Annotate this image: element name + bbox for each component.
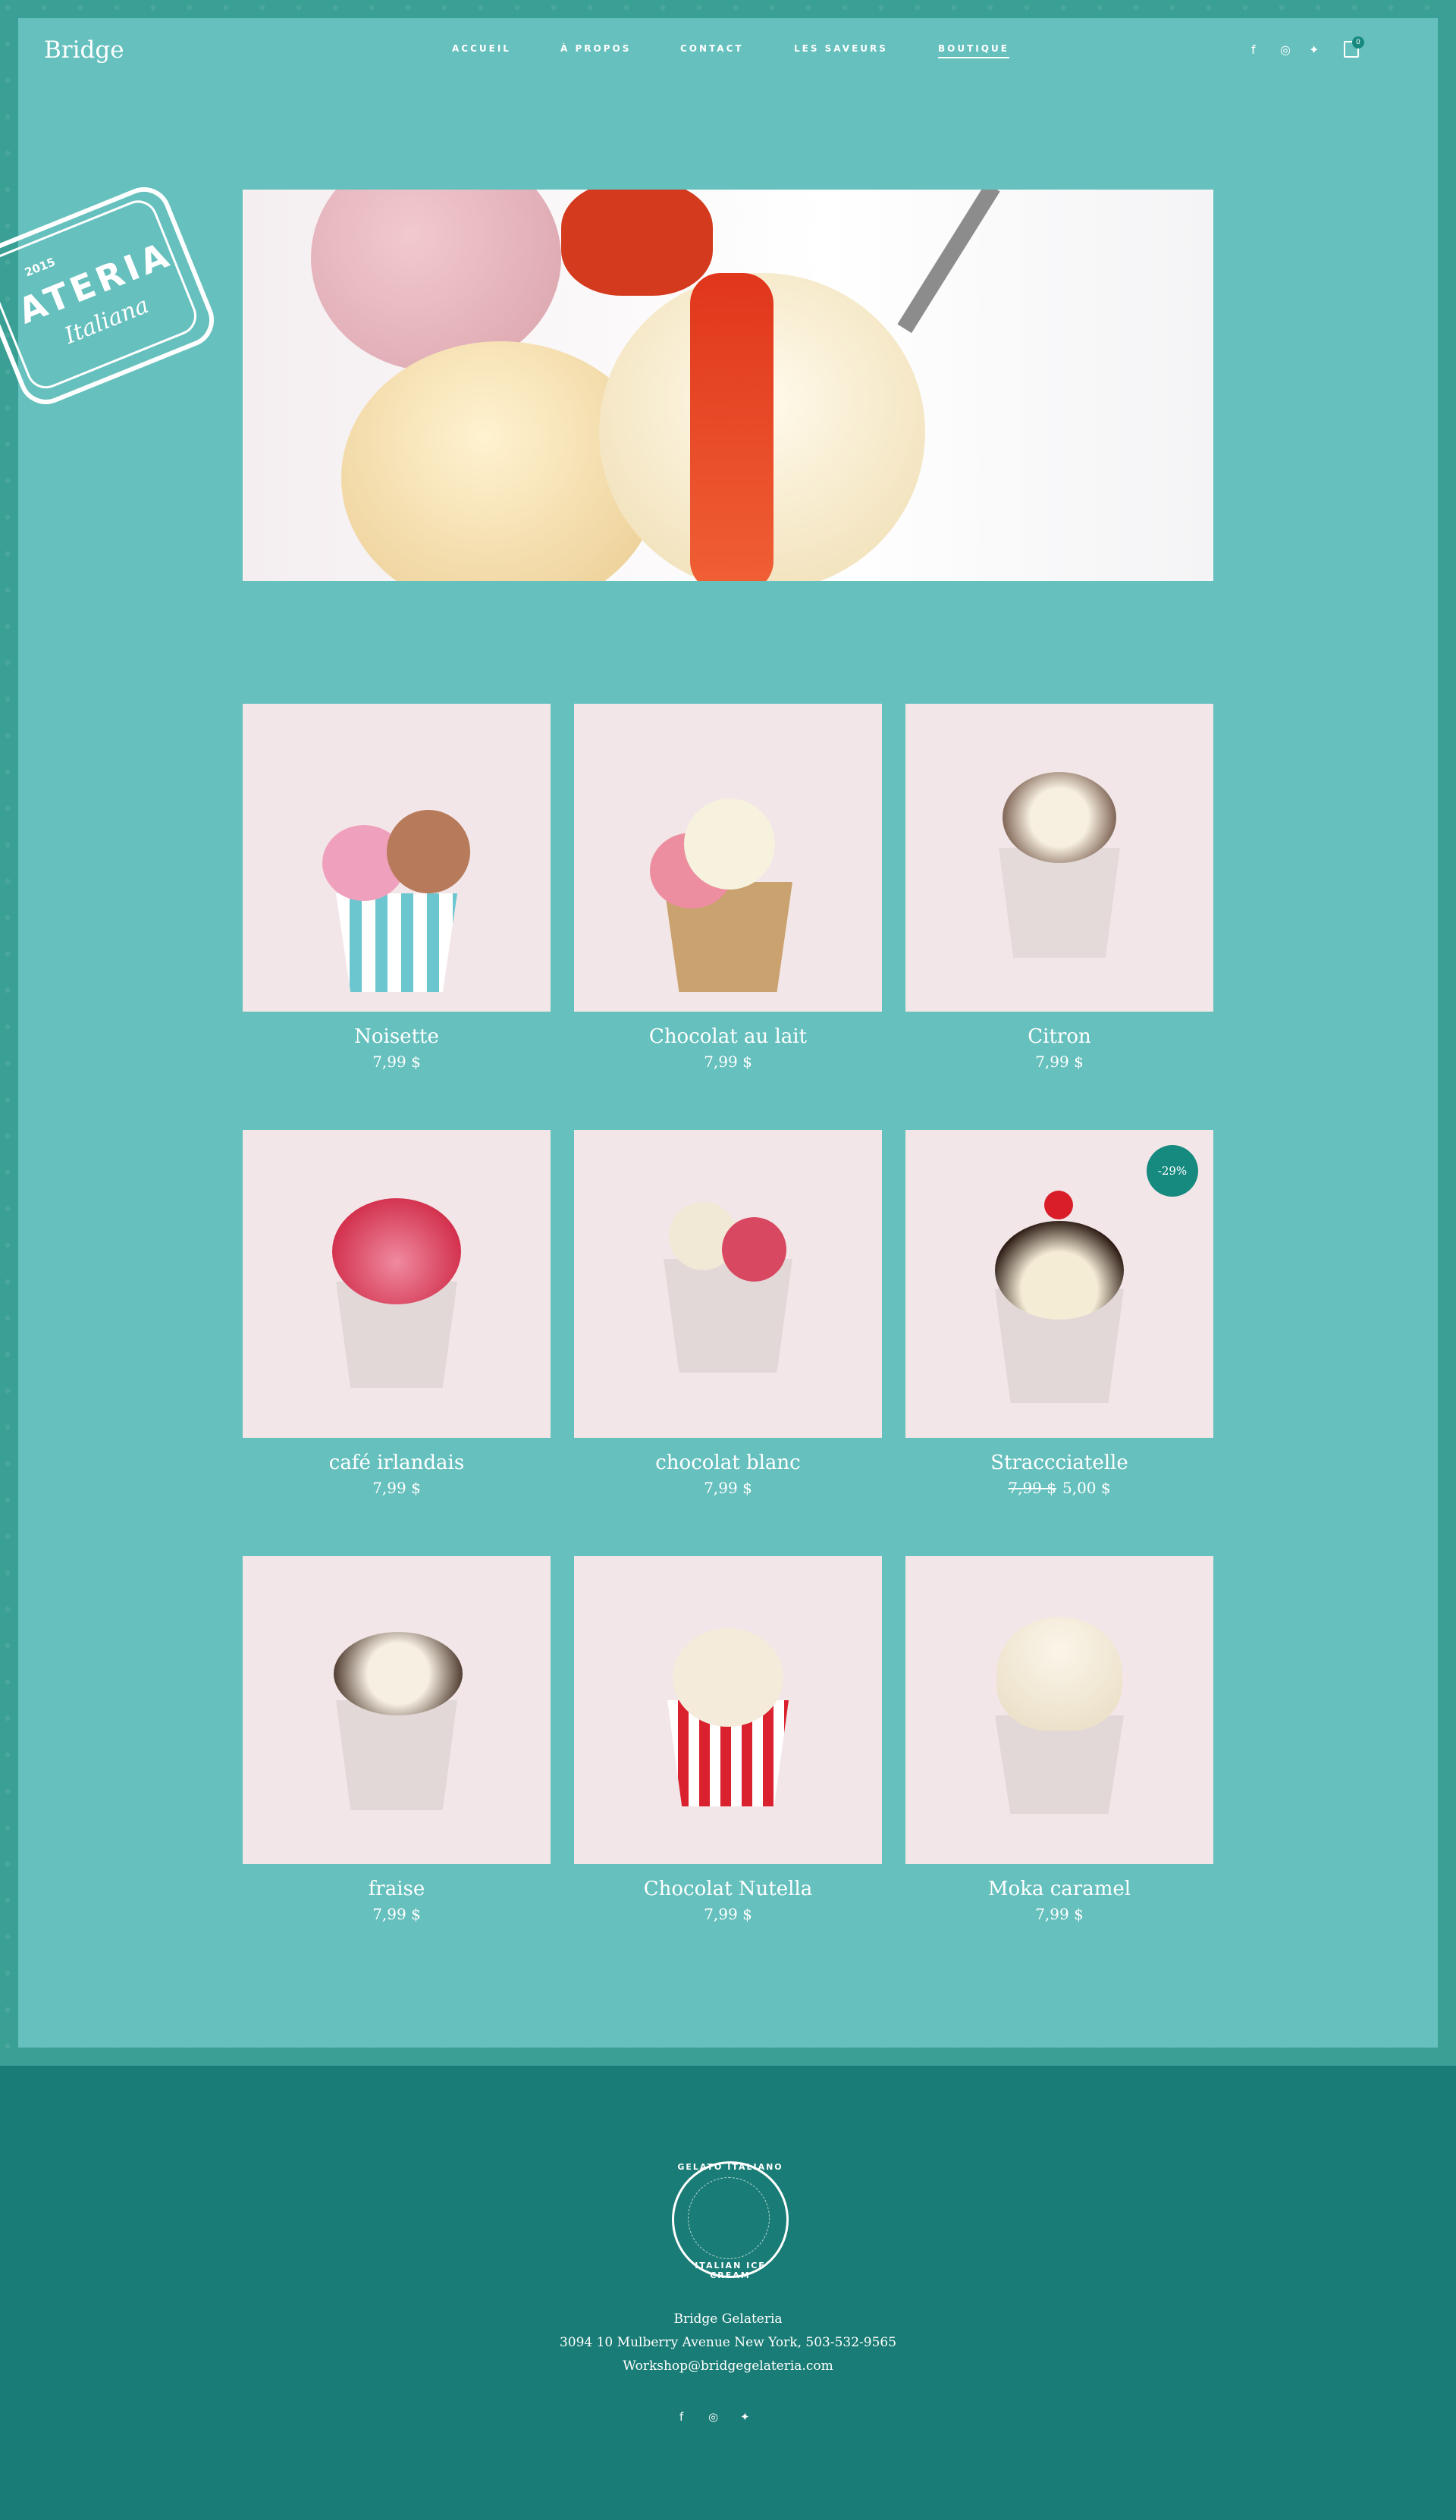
product-name[interactable]: fraise (243, 1878, 551, 1900)
product-image[interactable] (243, 1130, 551, 1438)
product-image[interactable] (574, 1556, 882, 1864)
product-name[interactable]: Noisette (243, 1025, 551, 1048)
instagram-icon[interactable]: ◎ (1280, 42, 1291, 57)
product-price: 7,99 $ (704, 1479, 752, 1497)
chocolate-topping (1003, 772, 1116, 863)
facebook-icon[interactable]: f (679, 2410, 683, 2424)
main-nav: ACCUEIL À PROPOS CONTACT LES SAVEURS BOU… (0, 43, 1456, 58)
product-price: 7,99 $ (372, 1053, 421, 1071)
product-card[interactable]: Citron 7,99 $ (905, 704, 1213, 1071)
product-card[interactable]: Moka caramel 7,99 $ (905, 1556, 1213, 1923)
product-name[interactable]: café irlandais (243, 1451, 551, 1474)
product-price: 7,99 $ (1035, 1905, 1084, 1923)
product-card[interactable]: Chocolat Nutella 7,99 $ (574, 1556, 882, 1923)
product-price: 7,99 $ 5,00 $ (905, 1479, 1213, 1497)
product-price: 7,99 $ (704, 1905, 752, 1923)
footer-emblem-logo: GELATO ITALIANO ITALIAN ICE CREAM (672, 2161, 789, 2280)
product-card[interactable]: fraise 7,99 $ (243, 1556, 551, 1923)
sale-badge: -29% (1147, 1145, 1198, 1197)
product-price: 7,99 $ (1035, 1053, 1084, 1071)
strawberry-scoop (332, 1198, 461, 1304)
footer-email[interactable]: Workshop@bridgegelateria.com (0, 2358, 1456, 2374)
product-image[interactable] (574, 1130, 882, 1438)
soft-serve-swirl (996, 1617, 1122, 1731)
old-price: 7,99 $ (1008, 1479, 1056, 1497)
product-card[interactable]: Chocolat au lait 7,99 $ (574, 704, 882, 1071)
footer-company: Bridge Gelateria (673, 2311, 783, 2327)
product-name[interactable]: Chocolat Nutella (574, 1878, 882, 1900)
emblem-bottom-text: ITALIAN ICE CREAM (695, 2261, 766, 2280)
berry-scoop (722, 1217, 786, 1282)
footer-address: 3094 10 Mulberry Avenue New York, 503-53… (559, 2335, 897, 2350)
striped-cup (336, 893, 457, 992)
product-price: 7,99 $ (704, 1053, 752, 1071)
product-name[interactable]: Chocolat au lait (574, 1025, 882, 1048)
product-name[interactable]: Citron (905, 1025, 1213, 1048)
product-card[interactable]: Noisette 7,99 $ (243, 704, 551, 1071)
nav-item-contact[interactable]: CONTACT (680, 43, 744, 54)
chocolate-glazed-scoop (995, 1221, 1124, 1320)
product-image[interactable] (905, 704, 1213, 1012)
product-image[interactable] (574, 704, 882, 1012)
product-card[interactable]: chocolat blanc 7,99 $ (574, 1130, 882, 1497)
nav-item-accueil[interactable]: ACCUEIL (452, 43, 511, 54)
nav-item-a-propos[interactable]: À PROPOS (560, 43, 631, 54)
product-card[interactable]: café irlandais 7,99 $ (243, 1130, 551, 1497)
product-card[interactable]: -29% Straccciatelle 7,99 $ 5,00 $ (905, 1130, 1213, 1497)
product-image[interactable]: -29% (905, 1130, 1213, 1438)
product-name[interactable]: chocolat blanc (574, 1451, 882, 1474)
instagram-icon[interactable]: ◎ (708, 2410, 718, 2424)
spoon (897, 190, 1000, 334)
emblem-top-text: GELATO ITALIANO (677, 2162, 783, 2172)
strawberry-sauce (561, 190, 713, 296)
product-image[interactable] (243, 704, 551, 1012)
facebook-icon[interactable]: f (1251, 42, 1256, 57)
product-image[interactable] (243, 1556, 551, 1864)
sale-price: 5,00 $ (1062, 1479, 1111, 1497)
white-cup (664, 1259, 792, 1373)
hero-image (243, 190, 1213, 581)
emblem-ring (688, 2177, 770, 2259)
product-price: 7,99 $ (372, 1479, 421, 1497)
white-cup (336, 1700, 457, 1810)
product-price: 7,99 $ (372, 1905, 421, 1923)
cherry (1044, 1191, 1073, 1219)
vanilla-scoop (684, 799, 775, 890)
product-name[interactable]: Straccciatelle (905, 1451, 1213, 1474)
footer (0, 2066, 1456, 2520)
vanilla-scoop (673, 1628, 783, 1727)
cookie-topping (334, 1632, 463, 1715)
sauce-drip (690, 273, 774, 581)
twitter-icon[interactable]: ✦ (1309, 42, 1319, 57)
product-image[interactable] (905, 1556, 1213, 1864)
product-name[interactable]: Moka caramel (905, 1878, 1213, 1900)
chocolate-scoop (387, 810, 470, 893)
twitter-icon[interactable]: ✦ (740, 2410, 750, 2424)
nav-item-boutique[interactable]: BOUTIQUE (938, 43, 1009, 58)
white-cup (999, 848, 1120, 958)
nav-item-les-saveurs[interactable]: LES SAVEURS (794, 43, 888, 54)
cart-count-badge: 0 (1352, 36, 1364, 49)
